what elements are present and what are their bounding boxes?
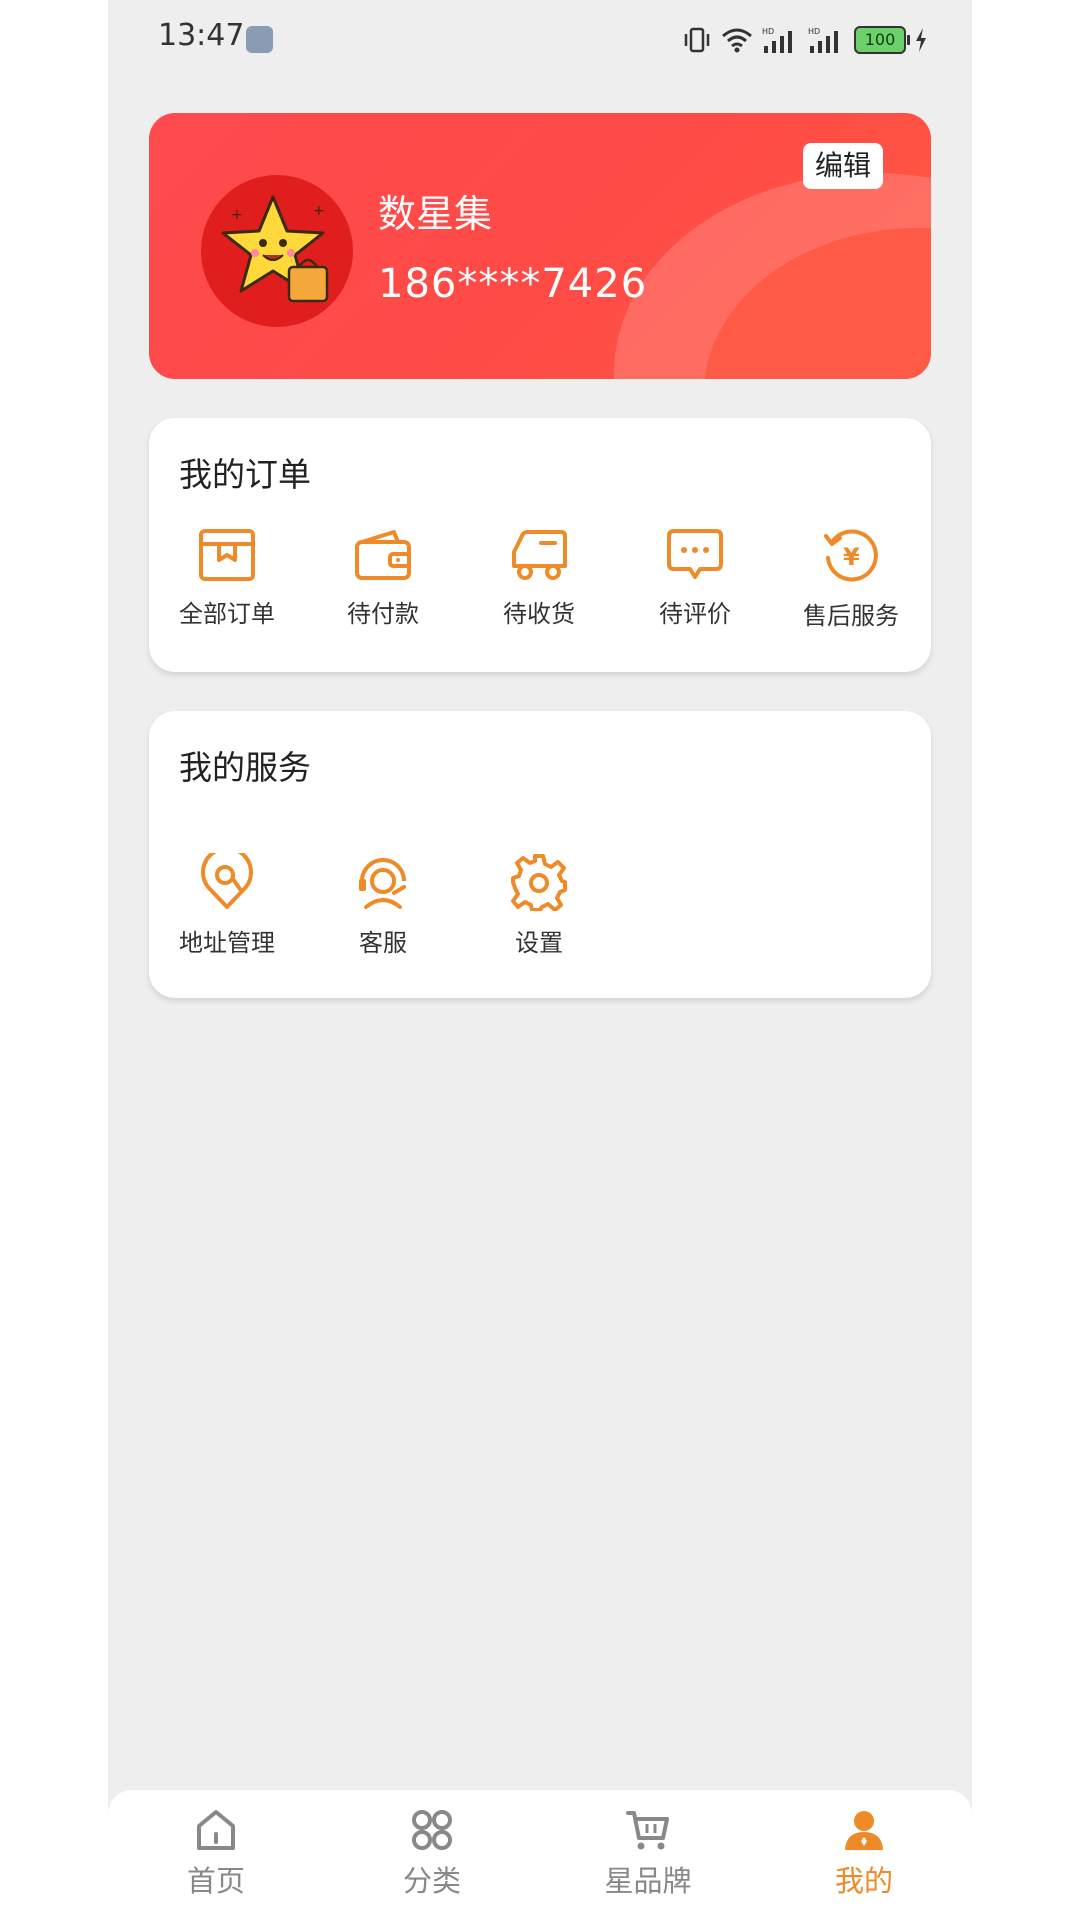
profile-name: 数星集 bbox=[378, 192, 493, 236]
battery-icon: 100 bbox=[854, 26, 910, 54]
star-mascot-icon: + + bbox=[221, 195, 329, 303]
order-item-after-sales[interactable]: ¥ 售后服务 bbox=[773, 528, 929, 631]
svg-text:+: + bbox=[313, 203, 325, 219]
category-icon bbox=[412, 1810, 452, 1850]
nav-item-home[interactable]: 首页 bbox=[108, 1808, 324, 1900]
vibrate-icon bbox=[684, 27, 710, 53]
truck-icon bbox=[512, 530, 567, 580]
wifi-icon bbox=[722, 28, 752, 53]
chat-icon bbox=[667, 529, 723, 579]
order-item-label: 售后服务 bbox=[803, 602, 899, 630]
wallet-icon bbox=[355, 530, 411, 580]
user-icon bbox=[845, 1811, 883, 1850]
profile-phone: 186****7426 bbox=[378, 261, 648, 307]
signal-2-icon: HD bbox=[808, 27, 838, 53]
services-card: 我的服务 地址管理 客服 设置 bbox=[149, 711, 931, 998]
svg-text:+: + bbox=[231, 207, 243, 223]
gear-icon bbox=[511, 854, 567, 911]
order-item-pending-receipt[interactable]: 待收货 bbox=[461, 528, 617, 629]
settings-notification-icon bbox=[246, 26, 273, 53]
nav-item-brand[interactable]: 星品牌 bbox=[540, 1808, 756, 1900]
status-time: 13:47 bbox=[158, 18, 245, 53]
charging-icon bbox=[916, 28, 926, 52]
svg-text:HD: HD bbox=[762, 27, 774, 36]
phone-screen: 13:47 HD HD 100 + + 数星集 186****7426 编辑 我… bbox=[108, 0, 972, 1920]
order-item-all[interactable]: 全部订单 bbox=[149, 528, 305, 629]
cart-icon bbox=[626, 1811, 669, 1850]
refund-icon: ¥ bbox=[824, 529, 878, 582]
order-item-pending-payment[interactable]: 待付款 bbox=[305, 528, 461, 629]
service-item-address[interactable]: 地址管理 bbox=[149, 853, 305, 958]
nav-item-label: 分类 bbox=[402, 1864, 461, 1898]
orders-card: 我的订单 全部订单 待付款 待收货 待评价 ¥ 售后服务 bbox=[149, 418, 931, 672]
home-icon bbox=[197, 1810, 235, 1850]
order-item-label: 全部订单 bbox=[179, 600, 275, 628]
customer-service-icon bbox=[359, 858, 406, 909]
service-item-label: 设置 bbox=[515, 929, 563, 957]
svg-text:¥: ¥ bbox=[843, 543, 860, 571]
nav-item-label: 我的 bbox=[834, 1864, 893, 1898]
avatar[interactable]: + + bbox=[201, 175, 353, 327]
signal-1-icon: HD bbox=[762, 27, 792, 53]
order-item-pending-review[interactable]: 待评价 bbox=[617, 528, 773, 629]
nav-item-label: 首页 bbox=[186, 1864, 245, 1898]
order-item-label: 待评价 bbox=[659, 600, 731, 628]
service-item-label: 地址管理 bbox=[179, 929, 275, 957]
order-item-label: 待付款 bbox=[347, 600, 419, 628]
service-item-customer-service[interactable]: 客服 bbox=[305, 853, 461, 958]
location-icon bbox=[201, 853, 253, 909]
orders-title: 我的订单 bbox=[179, 455, 311, 494]
package-icon bbox=[199, 529, 255, 581]
service-item-label: 客服 bbox=[359, 929, 407, 957]
svg-text:HD: HD bbox=[808, 27, 820, 36]
status-icons: HD HD 100 bbox=[682, 22, 928, 58]
nav-item-category[interactable]: 分类 bbox=[324, 1808, 540, 1900]
status-bar: 13:47 HD HD 100 bbox=[108, 0, 972, 80]
edit-button[interactable]: 编辑 bbox=[803, 143, 883, 189]
bottom-nav: 首页 分类 星品牌 我的 bbox=[108, 1790, 972, 1920]
nav-item-mine[interactable]: 我的 bbox=[756, 1808, 972, 1900]
services-title: 我的服务 bbox=[179, 748, 311, 787]
profile-card[interactable]: + + 数星集 186****7426 编辑 bbox=[149, 113, 931, 379]
service-item-settings[interactable]: 设置 bbox=[461, 853, 617, 958]
order-item-label: 待收货 bbox=[503, 600, 575, 628]
nav-item-label: 星品牌 bbox=[604, 1864, 692, 1898]
